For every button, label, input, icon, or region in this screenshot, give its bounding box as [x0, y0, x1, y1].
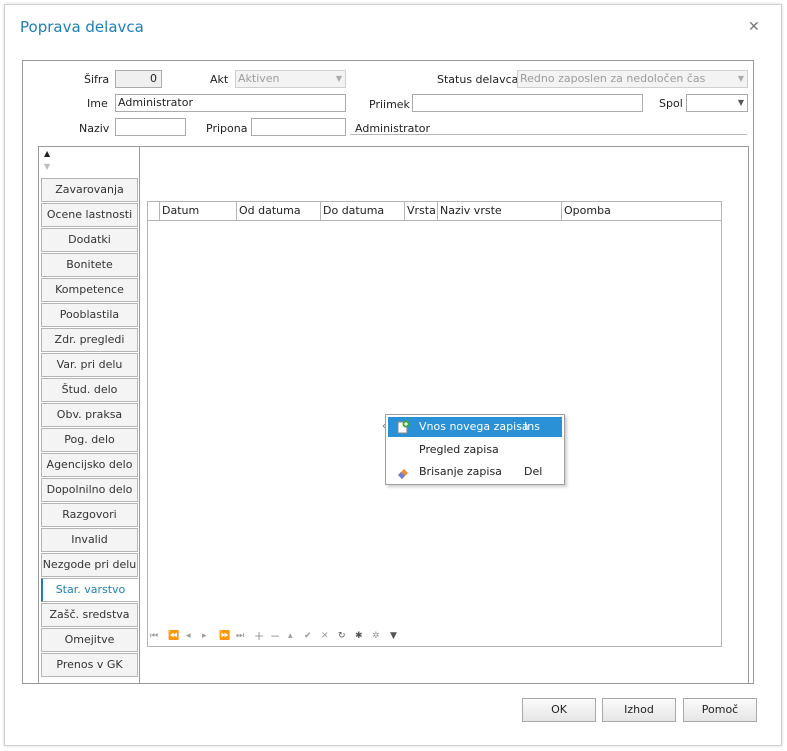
tab-6[interactable]: Zdr. pregledi	[41, 328, 138, 352]
tab-7[interactable]: Var. pri delu	[41, 353, 138, 377]
exit-button[interactable]: Izhod	[602, 698, 676, 722]
tab-3[interactable]: Bonitete	[41, 253, 138, 277]
menu-item-label: Vnos novega zapisa	[419, 420, 529, 433]
menu-item-shortcut: Del	[524, 465, 543, 478]
menu-item-shortcut: Ins	[524, 420, 540, 433]
tab-1[interactable]: Ocene lastnosti	[41, 203, 138, 227]
funnel-icon[interactable]: ▼	[390, 631, 397, 641]
sifra-label: Šifra	[84, 73, 110, 86]
column-header-datum[interactable]: Datum	[160, 202, 237, 220]
filter-star-icon[interactable]: ✱	[355, 631, 363, 641]
menu-item-label: Pregled zapisa	[419, 443, 499, 456]
tab-18[interactable]: Omejitve	[41, 628, 138, 652]
column-header-do-datuma[interactable]: Do datuma	[321, 202, 405, 220]
menu-item-delete-record[interactable]: Brisanje zapisa Del	[388, 462, 562, 482]
tab-16[interactable]: Star. varstvo	[41, 578, 138, 602]
ok-button[interactable]: OK	[522, 698, 596, 722]
chevron-down-icon: ▼	[737, 74, 744, 83]
dialog-title: Poprava delavca	[20, 18, 144, 36]
divider	[350, 134, 747, 135]
add-icon[interactable]: +	[254, 629, 264, 643]
tab-scroll: ▲ ▼	[40, 147, 138, 175]
tab-19[interactable]: Prenos v GK	[41, 653, 138, 677]
new-record-icon	[397, 420, 410, 434]
last-page-icon[interactable]: ⏭	[236, 631, 244, 641]
eraser-icon	[398, 469, 408, 479]
akt-value: Aktiven	[238, 72, 280, 85]
next-record-icon[interactable]: ▸	[202, 631, 207, 641]
refresh-icon[interactable]: ↻	[338, 631, 346, 641]
pripona-label: Pripona	[206, 122, 248, 135]
ime-label: Ime	[87, 97, 108, 110]
tab-13[interactable]: Razgovori	[41, 503, 138, 527]
help-button[interactable]: Pomoč	[683, 698, 757, 722]
chevron-down-icon: ▼	[737, 98, 744, 107]
status-label: Status delavca	[437, 73, 519, 86]
sifra-field[interactable]: 0	[115, 70, 162, 88]
context-menu: Vnos novega zapisa Ins Pregled zapisa Br…	[385, 414, 565, 485]
column-header-naziv-vrste[interactable]: Naziv vrste	[438, 202, 562, 220]
close-icon[interactable]: ✕	[748, 19, 760, 35]
scroll-up-icon[interactable]: ▲	[44, 149, 50, 158]
column-header-od-datuma[interactable]: Od datuma	[237, 202, 321, 220]
clear-filter-icon[interactable]: ✲	[372, 631, 380, 641]
tab-9[interactable]: Obv. praksa	[41, 403, 138, 427]
confirm-icon[interactable]: ✔	[304, 631, 312, 641]
prev-record-icon[interactable]: ◂	[186, 631, 191, 641]
tab-10[interactable]: Pog. delo	[41, 428, 138, 452]
tab-2[interactable]: Dodatki	[41, 228, 138, 252]
menu-item-new-record[interactable]: Vnos novega zapisa Ins	[388, 417, 562, 437]
ime-field[interactable]: Administrator	[115, 94, 346, 112]
akt-label: Akt	[210, 73, 229, 86]
menu-item-view-record[interactable]: Pregled zapisa	[388, 440, 562, 460]
status-value: Redno zaposlen za nedoločen čas	[520, 72, 706, 85]
spol-select[interactable]: ▼	[686, 94, 748, 112]
header-divider	[148, 220, 721, 221]
column-header-vrsta[interactable]: Vrsta	[405, 202, 438, 220]
tab-17[interactable]: Zašč. sredstva	[41, 603, 138, 627]
tab-14[interactable]: Invalid	[41, 528, 138, 552]
naziv-field[interactable]	[115, 118, 186, 136]
grid-row-indicator-header	[148, 202, 160, 220]
tab-4[interactable]: Kompetence	[41, 278, 138, 302]
column-header-opomba[interactable]: Opomba	[562, 202, 721, 220]
edit-icon[interactable]: ▴	[288, 631, 293, 641]
chevron-down-icon: ▼	[335, 74, 342, 83]
scroll-down-icon[interactable]: ▼	[44, 162, 50, 171]
tab-11[interactable]: Agencijsko delo	[41, 453, 138, 477]
spol-label: Spol	[659, 97, 683, 110]
tab-8[interactable]: Štud. delo	[41, 378, 138, 402]
delete-icon[interactable]: −	[270, 629, 280, 643]
priimek-label: Priimek	[369, 98, 410, 111]
akt-select[interactable]: Aktiven ▼	[235, 70, 346, 88]
tab-0[interactable]: Zavarovanja	[41, 178, 138, 202]
next-page-icon[interactable]: ⏩	[219, 631, 230, 641]
menu-item-label: Brisanje zapisa	[419, 465, 502, 478]
tab-15[interactable]: Nezgode pri delu	[41, 553, 138, 577]
naziv-label: Naziv	[79, 122, 110, 135]
prev-page-icon[interactable]: ⏪	[168, 631, 179, 641]
priimek-field[interactable]	[412, 94, 643, 112]
tab-12[interactable]: Dopolnilno delo	[41, 478, 138, 502]
tab-5[interactable]: Pooblastila	[41, 303, 138, 327]
first-page-icon[interactable]: ⏮	[150, 631, 158, 641]
cancel-icon[interactable]: ✕	[321, 631, 329, 641]
pripona-field[interactable]	[251, 118, 346, 136]
status-select[interactable]: Redno zaposlen za nedoločen čas ▼	[517, 70, 748, 88]
